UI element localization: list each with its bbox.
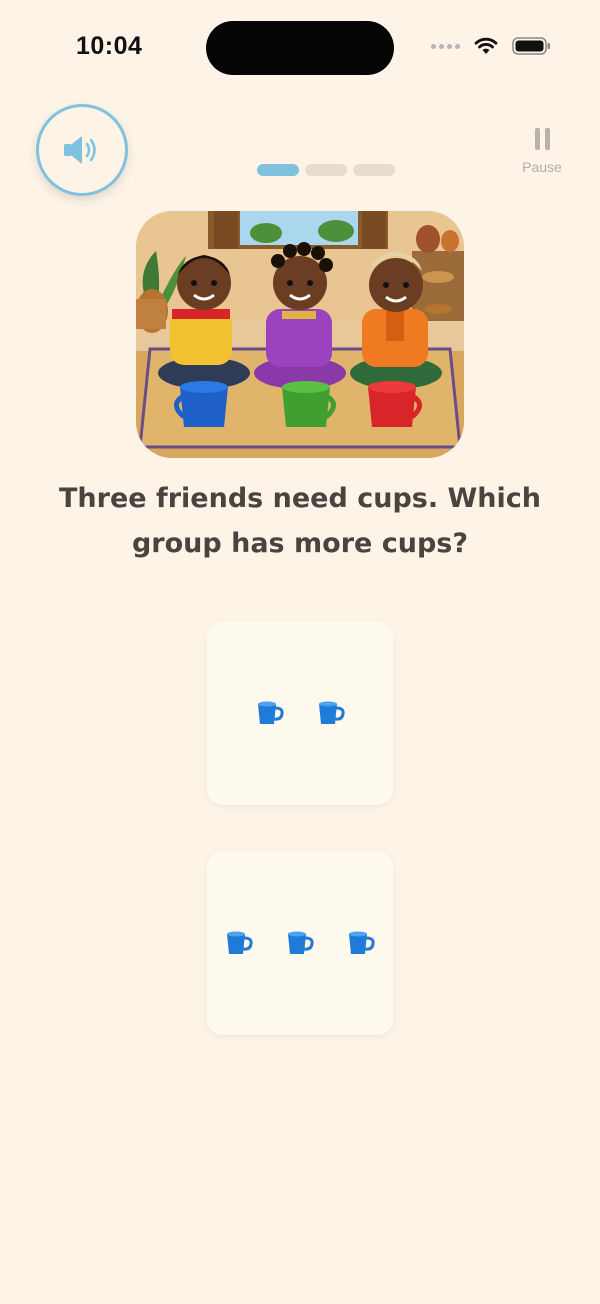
progress-segment-3 (353, 164, 395, 176)
speaker-icon (64, 136, 96, 164)
status-time: 10:04 (76, 32, 143, 60)
cup-icon (288, 931, 314, 954)
question-text: Three friends need cups. Which group has… (59, 483, 541, 559)
dynamic-island (206, 21, 394, 75)
speaker-button[interactable] (36, 104, 128, 196)
pause-label: Pause (522, 159, 562, 175)
cup-icon (349, 931, 375, 954)
pause-icon (514, 128, 570, 150)
cup-icon (227, 931, 253, 954)
progress-segment-1 (257, 164, 299, 176)
answer-option-2-cups[interactable] (207, 621, 393, 805)
answer-option-3-cups[interactable] (207, 851, 393, 1035)
status-icons (431, 36, 552, 56)
children-with-cups-image (136, 211, 464, 458)
cup-icon (318, 701, 345, 724)
screen: 10:04 Pause Three friends need cups. Whi… (0, 0, 600, 1304)
progress-segment-2 (305, 164, 347, 176)
pause-button[interactable]: Pause (514, 128, 570, 175)
wifi-icon (474, 37, 498, 54)
cellular-signal-icon (431, 43, 460, 49)
cup-icon (257, 701, 284, 724)
battery-icon (512, 37, 550, 55)
progress-indicator (257, 164, 395, 176)
story-illustration (136, 211, 464, 458)
